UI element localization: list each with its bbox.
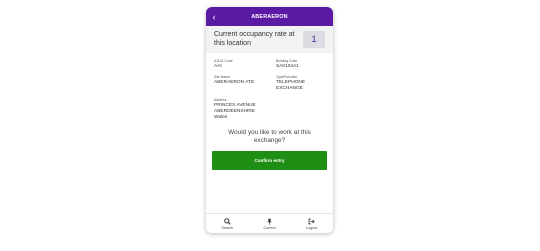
work-prompt: Would you like to work at this exchange? [228, 129, 311, 145]
nav-label: Current [263, 225, 276, 230]
building-code-label: Building Code [276, 59, 298, 63]
page-title: ABERAERON [251, 13, 288, 20]
building-code-field: Building Code SA0104A1 [276, 59, 325, 70]
nav-label: Search [221, 225, 233, 230]
type-function-field: Type/Function TELEPHONE EXCHANGE [276, 75, 325, 92]
address-field: Address PRINCES AVENUE ABERDEENSHIRE Wal… [214, 98, 325, 122]
search-icon [223, 217, 231, 225]
a1141-code-field: A1141 Code AAI [214, 59, 276, 70]
type-function-label: Type/Function [276, 75, 298, 80]
occupancy-label: Current occupancy rate at this location [214, 30, 295, 47]
logout-icon [308, 218, 316, 225]
phone-screen: ‹ ABERAERON Current occupancy rate at th… [206, 7, 333, 233]
nav-item-logout[interactable]: Logout [291, 214, 333, 233]
confirm-entry-button[interactable]: Confirm entry [212, 151, 327, 171]
site-name-value: ABERAERON ATE [214, 80, 255, 86]
type-function-value: TELEPHONE EXCHANGE [276, 80, 306, 92]
nav-item-current[interactable]: Current [248, 214, 290, 233]
bottom-nav: Search Current Logout [206, 213, 333, 233]
details-grid: A1141 Code AAI Building Code SA0104A1 Si… [206, 53, 333, 121]
nav-item-search[interactable]: Search [206, 214, 248, 233]
building-code-value: SA0104A1 [276, 64, 299, 69]
pin-icon [266, 218, 273, 225]
a1141-code-label: A1141 Code [214, 59, 233, 63]
occupancy-value: 1 [303, 31, 325, 48]
chevron-left-icon: ‹ [212, 11, 216, 22]
a1141-code-value: AAI [214, 64, 222, 69]
address-label: Address [214, 97, 227, 102]
site-name-field: Site Name ABERAERON ATE [214, 75, 276, 92]
nav-label: Logout [306, 225, 318, 230]
occupancy-panel: Current occupancy rate at this location … [206, 26, 333, 53]
top-bar: ‹ ABERAERON [206, 7, 333, 26]
site-name-label: Site Name [214, 75, 230, 80]
address-line: Wales [214, 115, 228, 121]
back-button[interactable]: ‹ [209, 7, 219, 26]
